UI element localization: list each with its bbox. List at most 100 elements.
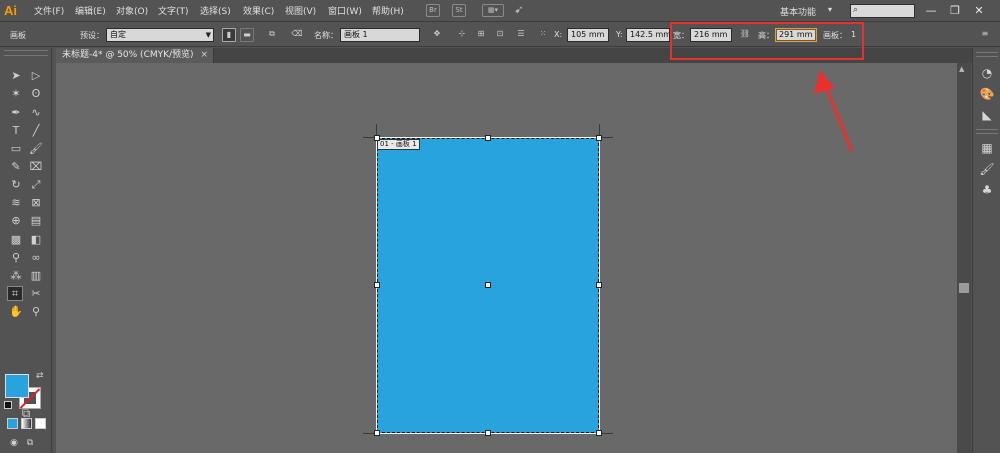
menu-edit[interactable]: 编辑(E) (75, 5, 106, 19)
panel-menu-icon[interactable]: ≡ (978, 28, 992, 42)
artboard-options-icon[interactable]: ☰ (514, 28, 528, 42)
y-field[interactable]: 142.5 mm (626, 28, 670, 42)
color-mode-icon[interactable] (7, 418, 18, 429)
resize-handle[interactable] (596, 135, 602, 141)
x-field[interactable]: 105 mm (567, 28, 609, 42)
show-safe-areas-icon[interactable]: ⊡ (493, 28, 507, 42)
swatches-icon[interactable]: ◣ (979, 107, 995, 123)
screen-mode-icon[interactable]: ⧉ (22, 436, 38, 451)
arrange-documents-icon[interactable]: ▦▾ (482, 4, 504, 17)
magic-wand-tool-icon[interactable]: ✶ (8, 86, 24, 101)
resize-handle[interactable] (374, 282, 380, 288)
perspective-grid-tool-icon[interactable]: ▤ (28, 213, 44, 228)
document-tab-title: 未标题-4* @ 50% (CMYK/预览) (62, 50, 194, 60)
chevron-down-icon: ▼ (205, 31, 211, 39)
resize-handle[interactable] (485, 135, 491, 141)
gradient-tool-icon[interactable]: ◧ (28, 232, 44, 247)
shape-builder-tool-icon[interactable]: ⊕ (8, 213, 24, 228)
annotation-highlight-box (670, 22, 864, 60)
preset-select[interactable]: 自定 ▼ (106, 28, 214, 42)
restore-button[interactable]: ❐ (944, 3, 966, 18)
color-guide-icon[interactable]: 🎨 (979, 86, 995, 102)
document-tab[interactable]: 未标题-4* @ 50% (CMYK/预览) × (56, 48, 214, 63)
paintbrush-tool-icon[interactable]: 🖌 (28, 141, 44, 156)
selection-tool-icon[interactable]: ➤ (8, 68, 24, 83)
resize-handle[interactable] (374, 135, 380, 141)
portrait-icon[interactable]: ▮ (222, 28, 236, 42)
search-input[interactable]: ⌕ (850, 4, 915, 18)
scroll-up-icon[interactable]: ▲ (959, 65, 964, 73)
menu-window[interactable]: 窗口(W) (328, 5, 362, 19)
column-graph-tool-icon[interactable]: ▥ (28, 268, 44, 283)
panel-grip[interactable] (4, 50, 48, 56)
panel-grip[interactable] (976, 52, 998, 57)
annotation-arrow (814, 70, 854, 152)
menu-view[interactable]: 视图(V) (285, 5, 316, 19)
rotate-tool-icon[interactable]: ↻ (8, 177, 24, 192)
crop-mark (601, 137, 613, 138)
symbols-icon[interactable]: ♣ (979, 182, 995, 198)
menu-object[interactable]: 对象(O) (116, 5, 148, 19)
zoom-tool-icon[interactable]: ⚲ (28, 304, 44, 319)
bridge-icon[interactable]: Br (426, 4, 440, 17)
workspace-switcher[interactable]: 基本功能 (780, 5, 816, 18)
delete-artboard-icon[interactable]: ⌫ (290, 28, 304, 42)
resize-handle[interactable] (596, 430, 602, 436)
type-tool-icon[interactable]: T (8, 123, 24, 138)
panel-dock: ◔ 🎨 ◣ ▦ 🖌 ♣ (972, 48, 1000, 453)
artboard-label: 01 - 画板 1 (377, 139, 420, 150)
curvature-tool-icon[interactable]: ∿ (28, 105, 44, 120)
line-tool-icon[interactable]: ╱ (28, 123, 44, 138)
reference-point-icon[interactable]: ⁙ (536, 28, 550, 42)
none-mode-icon[interactable] (35, 418, 46, 429)
gpu-performance-icon[interactable]: ➹ (512, 4, 526, 17)
move-copy-artwork-icon[interactable]: ✥ (430, 28, 444, 42)
pen-tool-icon[interactable]: ✒ (8, 105, 24, 120)
default-colors-icon[interactable] (4, 401, 12, 409)
close-button[interactable]: ✕ (968, 3, 990, 18)
artboard-name-field[interactable]: 画板 1 (340, 28, 420, 42)
swatch-library-icon[interactable]: ▦ (979, 140, 995, 156)
show-center-mark-icon[interactable]: ⊹ (455, 28, 469, 42)
color-icon[interactable]: ◔ (979, 65, 995, 81)
slice-tool-icon[interactable]: ✂ (28, 286, 44, 301)
landscape-icon[interactable]: ▬ (240, 28, 254, 42)
fill-swatch[interactable] (5, 374, 29, 398)
new-artboard-icon[interactable]: ⧉ (265, 28, 279, 42)
direct-selection-tool-icon[interactable]: ▷ (28, 68, 44, 83)
blend-tool-icon[interactable]: ∞ (28, 250, 44, 265)
warp-tool-icon[interactable]: ≋ (8, 195, 24, 210)
menu-file[interactable]: 文件(F) (34, 5, 64, 19)
show-cross-hairs-icon[interactable]: ⊞ (474, 28, 488, 42)
menu-effect[interactable]: 效果(C) (243, 5, 274, 19)
eyedropper-tool-icon[interactable]: ⚲ (8, 250, 24, 265)
resize-handle[interactable] (374, 430, 380, 436)
vertical-scrollbar[interactable]: ▲ (957, 63, 971, 453)
hand-tool-icon[interactable]: ✋ (8, 304, 24, 319)
eraser-tool-icon[interactable]: ⌧ (28, 159, 44, 174)
scrollbar-thumb[interactable] (959, 283, 969, 293)
close-icon[interactable]: × (200, 48, 208, 63)
symbol-sprayer-tool-icon[interactable]: ⁂ (8, 268, 24, 283)
change-screen-mode-icon[interactable]: ⧉ (18, 406, 34, 421)
lasso-tool-icon[interactable]: ʘ (28, 86, 44, 101)
minimize-button[interactable]: — (920, 3, 942, 18)
chevron-down-icon[interactable]: ▾ (828, 5, 832, 14)
free-transform-tool-icon[interactable]: ⊠ (28, 195, 44, 210)
brushes-icon[interactable]: 🖌 (979, 161, 995, 177)
menu-select[interactable]: 选择(S) (200, 5, 231, 19)
resize-handle[interactable] (485, 430, 491, 436)
resize-handle[interactable] (596, 282, 602, 288)
mesh-tool-icon[interactable]: ▩ (8, 232, 24, 247)
swap-fill-stroke-icon[interactable]: ⇄ (36, 371, 44, 381)
draw-mode-icon[interactable]: ◉ (6, 436, 22, 451)
rectangle-tool-icon[interactable]: ▭ (8, 141, 24, 156)
panel-grip[interactable] (976, 129, 998, 134)
menu-help[interactable]: 帮助(H) (372, 5, 404, 19)
menu-type[interactable]: 文字(T) (158, 5, 189, 19)
scale-tool-icon[interactable]: ⤢ (28, 177, 44, 192)
stock-icon[interactable]: St (452, 4, 466, 17)
artboard-tool-icon[interactable]: ⌗ (7, 286, 23, 301)
x-value: 105 mm (571, 30, 605, 39)
pencil-tool-icon[interactable]: ✎ (8, 159, 24, 174)
